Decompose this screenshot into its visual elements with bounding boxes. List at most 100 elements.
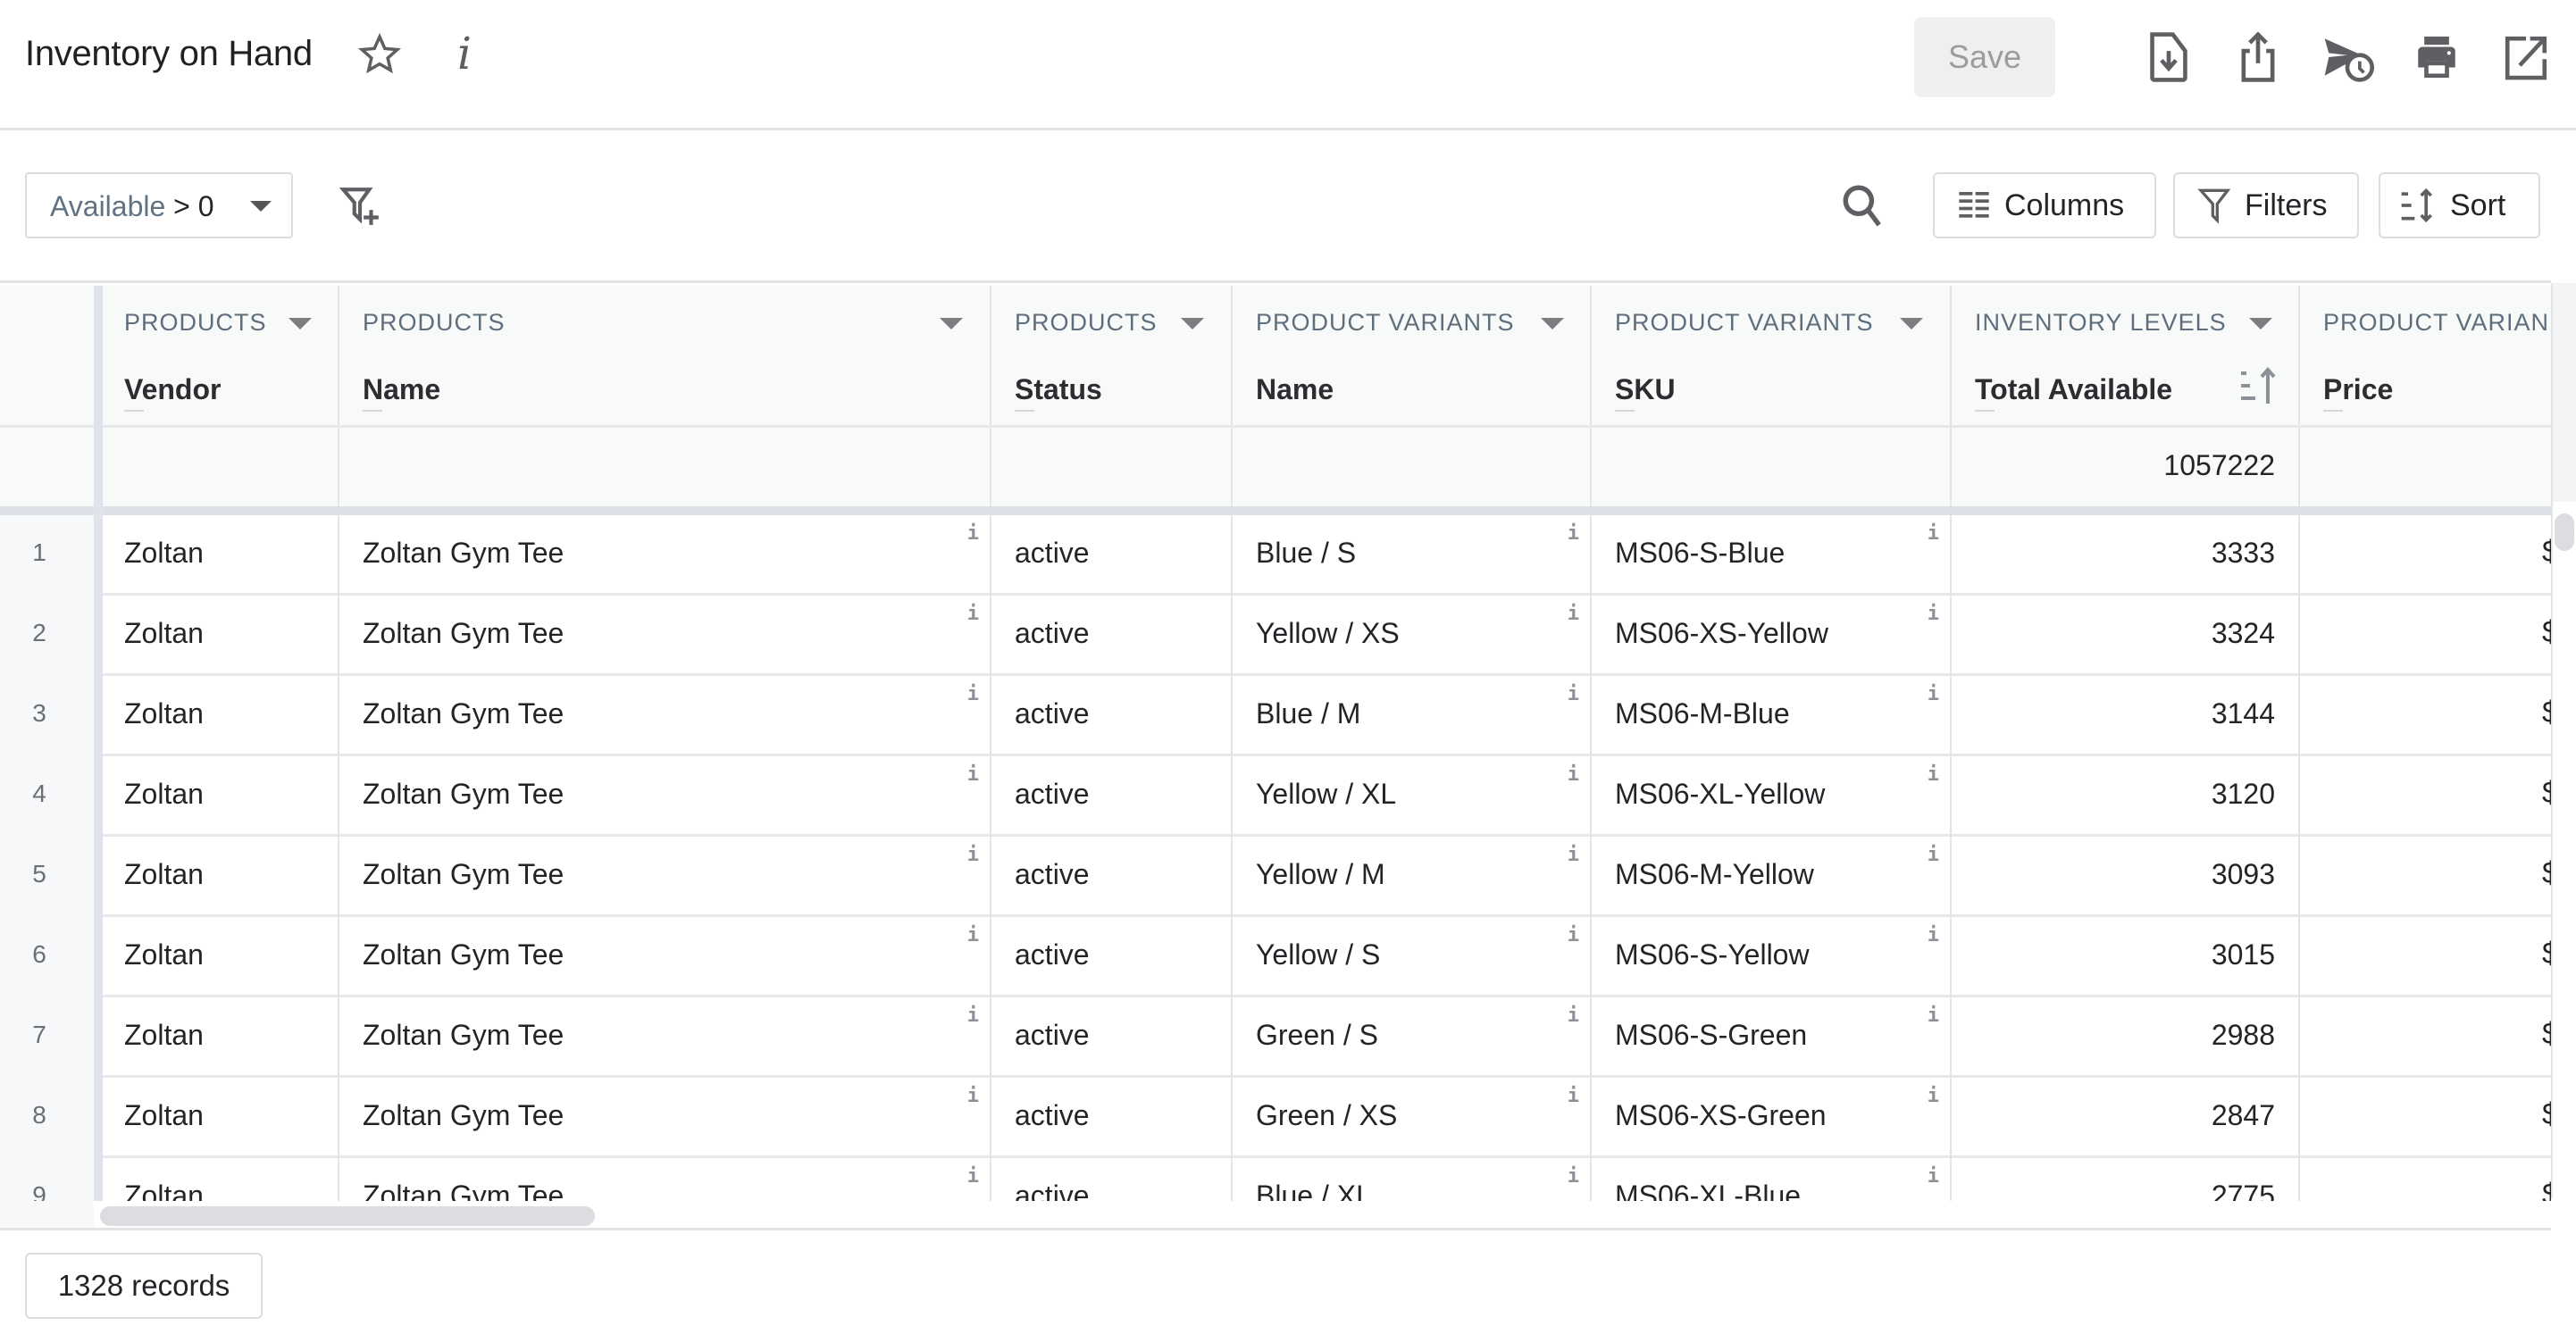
cell-variant-name[interactable]: Yellow / M i xyxy=(1233,837,1592,917)
search-icon[interactable] xyxy=(1840,181,1885,231)
cell-product-name[interactable]: Zoltan Gym Tee i xyxy=(339,837,991,917)
cell-product-name[interactable]: Zoltan Gym Tee i xyxy=(339,676,991,756)
column-header-total-available[interactable]: INVENTORY LEVELS Total Available xyxy=(1952,286,2300,427)
cell-variant-name[interactable]: Blue / S i xyxy=(1233,515,1592,596)
cell-info-icon[interactable]: i xyxy=(1568,763,1579,786)
table-row[interactable]: 6 Zoltan Zoltan Gym Tee i active Yellow / SiM… xyxy=(0,917,2551,997)
cell-total-available[interactable]: 3333 xyxy=(1952,515,2300,596)
cell-vendor[interactable]: Zoltan xyxy=(101,756,339,837)
cell-info-icon[interactable]: i xyxy=(1928,522,1939,545)
column-header-product-name[interactable]: PRODUCTS Name xyxy=(339,286,991,427)
cell-info-icon[interactable]: i xyxy=(967,1165,979,1188)
cell-status[interactable]: active xyxy=(991,515,1233,596)
cell-info-icon[interactable]: i xyxy=(1568,924,1579,946)
cell-vendor[interactable]: Zoltan xyxy=(101,917,339,997)
column-header-price[interactable]: PRODUCT VARIAN Price xyxy=(2300,286,2551,427)
cell-info-icon[interactable]: i xyxy=(1568,603,1579,625)
cell-sku[interactable]: MS06-S-Yellow i xyxy=(1592,917,1952,997)
cell-info-icon[interactable]: i xyxy=(1928,603,1939,625)
table-row[interactable]: 8 Zoltan Zoltan Gym Tee i active Green / XS i M… xyxy=(0,1078,2551,1158)
column-header-sku[interactable]: PRODUCT VARIANTS SKU xyxy=(1592,286,1952,427)
cell-info-icon[interactable]: i xyxy=(967,1005,979,1027)
cell-status[interactable]: active xyxy=(991,917,1233,997)
cell-info-icon[interactable]: i xyxy=(1928,844,1939,866)
cell-sku[interactable]: MS06-M-Yellow i xyxy=(1592,837,1952,917)
cell-total-available[interactable]: 2847 xyxy=(1952,1078,2300,1158)
cell-total-available[interactable]: 2988 xyxy=(1952,997,2300,1078)
column-menu-icon[interactable] xyxy=(2249,318,2272,329)
cell-vendor[interactable]: Zoltan xyxy=(101,596,339,676)
cell-variant-name[interactable]: Green / S i xyxy=(1233,997,1592,1078)
column-menu-icon[interactable] xyxy=(1541,318,1564,329)
column-menu-icon[interactable] xyxy=(1900,318,1923,329)
download-icon[interactable] xyxy=(2144,30,2194,84)
cell-status[interactable]: active xyxy=(991,837,1233,917)
cell-vendor[interactable]: Zoltan xyxy=(101,676,339,756)
cell-vendor[interactable]: Zoltan xyxy=(101,1078,339,1158)
column-menu-icon[interactable] xyxy=(940,318,963,329)
cell-price[interactable]: $ xyxy=(2300,917,2551,997)
cell-product-name[interactable]: Zoltan Gym Tee i xyxy=(339,997,991,1078)
cell-total-available[interactable]: 3120 xyxy=(1952,756,2300,837)
cell-info-icon[interactable]: i xyxy=(1568,683,1579,705)
cell-info-icon[interactable]: i xyxy=(967,522,979,545)
cell-info-icon[interactable]: i xyxy=(1928,683,1939,705)
cell-product-name[interactable]: Zoltan Gym Tee i xyxy=(339,1078,991,1158)
table-row[interactable]: 5 Zoltan Zoltan Gym Tee i active Yellow / MiM… xyxy=(0,837,2551,917)
cell-variant-name[interactable]: Green / XS i xyxy=(1233,1078,1592,1158)
columns-button[interactable]: Columns xyxy=(1933,172,2156,238)
cell-sku[interactable]: MS06-XS-Yellow i xyxy=(1592,596,1952,676)
cell-product-name[interactable]: Zoltan Gym Tee i xyxy=(339,917,991,997)
print-icon[interactable] xyxy=(2412,30,2462,84)
cell-status[interactable]: active xyxy=(991,676,1233,756)
cell-info-icon[interactable]: i xyxy=(1928,1085,1939,1107)
cell-price[interactable]: $ xyxy=(2300,837,2551,917)
cell-status[interactable]: active xyxy=(991,1078,1233,1158)
cell-info-icon[interactable]: i xyxy=(967,924,979,946)
cell-total-available[interactable]: 3144 xyxy=(1952,676,2300,756)
open-external-icon[interactable] xyxy=(2501,30,2551,84)
filters-button[interactable]: Filters xyxy=(2173,172,2359,238)
share-icon[interactable] xyxy=(2233,30,2283,84)
cell-total-available[interactable]: 3093 xyxy=(1952,837,2300,917)
column-menu-icon[interactable] xyxy=(1181,318,1204,329)
cell-price[interactable]: $ xyxy=(2300,1078,2551,1158)
cell-total-available[interactable]: 3324 xyxy=(1952,596,2300,676)
cell-info-icon[interactable]: i xyxy=(1928,1005,1939,1027)
cell-info-icon[interactable]: i xyxy=(967,763,979,786)
column-header-status[interactable]: PRODUCTS Status xyxy=(991,286,1233,427)
cell-info-icon[interactable]: i xyxy=(967,683,979,705)
cell-price[interactable]: $ xyxy=(2300,756,2551,837)
table-row[interactable]: 3 Zoltan Zoltan Gym Tee i active Blue / Mi MS0… xyxy=(0,676,2551,756)
table-row[interactable]: 7 Zoltan Zoltan Gym Tee i active Green / Si MS… xyxy=(0,997,2551,1078)
cell-product-name[interactable]: Zoltan Gym Tee i xyxy=(339,756,991,837)
cell-info-icon[interactable]: i xyxy=(1568,844,1579,866)
cell-info-icon[interactable]: i xyxy=(967,603,979,625)
sort-button[interactable]: Sort xyxy=(2379,172,2540,238)
cell-variant-name[interactable]: Yellow / XL i xyxy=(1233,756,1592,837)
cell-info-icon[interactable]: i xyxy=(1928,763,1939,786)
save-button[interactable]: Save xyxy=(1914,17,2055,97)
cell-product-name[interactable]: Zoltan Gym Tee i xyxy=(339,515,991,596)
table-row[interactable]: 4 Zoltan Zoltan Gym Tee i active Yellow / XL i… xyxy=(0,756,2551,837)
star-icon[interactable] xyxy=(357,32,402,77)
cell-info-icon[interactable]: i xyxy=(967,1085,979,1107)
cell-product-name[interactable]: Zoltan Gym Tee i xyxy=(339,596,991,676)
cell-info-icon[interactable]: i xyxy=(1568,1085,1579,1107)
cell-sku[interactable]: MS06-S-Green i xyxy=(1592,997,1952,1078)
cell-info-icon[interactable]: i xyxy=(1568,1165,1579,1188)
column-header-vendor[interactable]: PRODUCTS Vendor xyxy=(101,286,339,427)
column-header-variant-name[interactable]: PRODUCT VARIANTS Name xyxy=(1233,286,1592,427)
cell-total-available[interactable]: 3015 xyxy=(1952,917,2300,997)
cell-info-icon[interactable]: i xyxy=(1928,924,1939,946)
cell-info-icon[interactable]: i xyxy=(967,844,979,866)
cell-vendor[interactable]: Zoltan xyxy=(101,837,339,917)
cell-price[interactable]: $ xyxy=(2300,596,2551,676)
cell-vendor[interactable]: Zoltan xyxy=(101,997,339,1078)
cell-status[interactable]: active xyxy=(991,596,1233,676)
table-row[interactable]: 2 Zoltan Zoltan Gym Tee i active Yellow / XS i… xyxy=(0,596,2551,676)
vertical-scrollbar-thumb[interactable] xyxy=(2555,513,2574,551)
info-icon[interactable]: i xyxy=(447,27,482,80)
column-menu-icon[interactable] xyxy=(289,318,312,329)
cell-price[interactable]: $ xyxy=(2300,997,2551,1078)
